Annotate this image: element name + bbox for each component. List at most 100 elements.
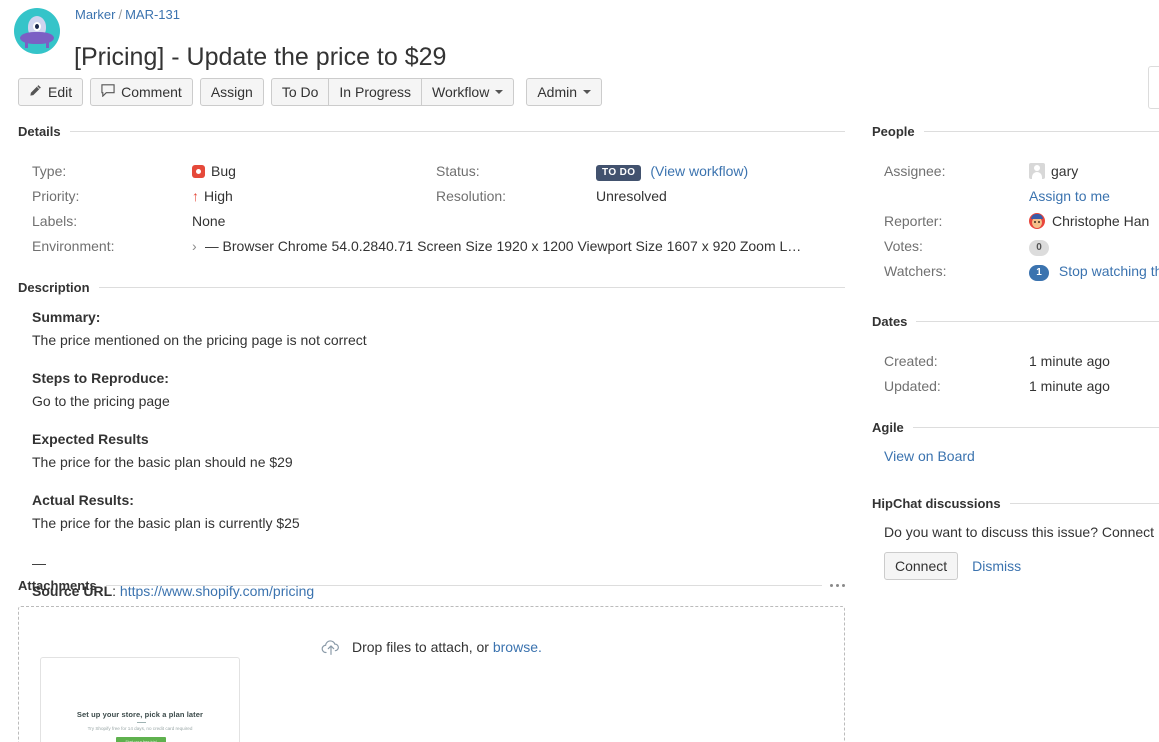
drop-files-text: Drop files to attach, or bbox=[352, 639, 493, 655]
agile-body: View on Board bbox=[872, 448, 1159, 464]
row-updated: Updated: 1 minute ago bbox=[884, 378, 1110, 394]
details-section: Details Type: Bug Priority: ↑ High Labels… bbox=[18, 124, 845, 271]
admin-button-label: Admin bbox=[537, 84, 577, 100]
created-label: Created: bbox=[884, 353, 1029, 369]
environment-value-text: — Browser Chrome 54.0.2840.71 Screen Siz… bbox=[205, 238, 802, 254]
workflow-dropdown-button[interactable]: Workflow bbox=[422, 78, 514, 106]
detail-row-status: Status: TO DO (View workflow) bbox=[436, 163, 748, 181]
attachment-dropzone[interactable]: Drop files to attach, or browse. Set up … bbox=[18, 606, 845, 742]
dismiss-link[interactable]: Dismiss bbox=[972, 558, 1021, 574]
edit-button-label: Edit bbox=[48, 84, 72, 100]
agile-section: Agile View on Board bbox=[872, 420, 1159, 464]
ufo-pupil-shape bbox=[35, 24, 39, 29]
attachments-heading-label: Attachments bbox=[18, 578, 97, 593]
in-progress-button-label: In Progress bbox=[339, 84, 411, 100]
status-value: TO DO (View workflow) bbox=[596, 163, 748, 181]
cloud-upload-icon bbox=[321, 643, 345, 659]
attachments-section: Attachments Drop files to attach, or bro… bbox=[18, 578, 845, 742]
agile-heading-label: Agile bbox=[872, 420, 904, 435]
details-heading: Details bbox=[18, 124, 845, 139]
arrow-up-icon: ↑ bbox=[192, 188, 199, 204]
jira-issue-page: Marker/MAR-131 [Pricing] - Update the pr… bbox=[0, 0, 1159, 742]
ufo-avatar-icon[interactable] bbox=[14, 8, 60, 54]
description-section: Description Summary: The price mentioned… bbox=[18, 280, 845, 601]
created-value: 1 minute ago bbox=[1029, 353, 1110, 369]
attachments-heading: Attachments bbox=[18, 578, 845, 593]
heading-rule bbox=[70, 131, 845, 132]
assign-to-me-link[interactable]: Assign to me bbox=[1029, 188, 1110, 204]
breadcrumb-project-link[interactable]: Marker bbox=[75, 7, 115, 22]
hipchat-heading-label: HipChat discussions bbox=[872, 496, 1001, 511]
edit-button[interactable]: Edit bbox=[18, 78, 83, 106]
browse-link[interactable]: browse. bbox=[493, 639, 542, 655]
heading-rule bbox=[924, 131, 1159, 132]
pencil-icon bbox=[29, 84, 42, 100]
thumbnail-title: Set up your store, pick a plan later bbox=[41, 710, 239, 719]
assign-button[interactable]: Assign bbox=[200, 78, 264, 106]
in-progress-button[interactable]: In Progress bbox=[329, 78, 422, 106]
reporter-label: Reporter: bbox=[884, 213, 1029, 229]
heading-rule bbox=[99, 287, 845, 288]
ellipsis-icon[interactable] bbox=[830, 584, 845, 587]
view-on-board-link[interactable]: View on Board bbox=[884, 448, 975, 464]
row-assignee: Assignee: gary bbox=[884, 163, 1078, 179]
row-created: Created: 1 minute ago bbox=[884, 353, 1110, 369]
right-edge-partial-panel[interactable] bbox=[1148, 66, 1159, 109]
resolution-value: Unresolved bbox=[596, 188, 667, 204]
breadcrumb-issue-key-link[interactable]: MAR-131 bbox=[125, 7, 180, 22]
description-divider: — bbox=[32, 553, 845, 573]
people-heading: People bbox=[872, 124, 1159, 139]
watchers-label: Watchers: bbox=[884, 263, 1029, 281]
priority-value: ↑ High bbox=[192, 188, 233, 204]
heading-rule bbox=[916, 321, 1159, 322]
updated-label: Updated: bbox=[884, 378, 1029, 394]
detail-row-environment: Environment: ›— Browser Chrome 54.0.2840… bbox=[32, 238, 801, 254]
workflow-button-label: Workflow bbox=[432, 84, 489, 100]
todo-button[interactable]: To Do bbox=[271, 78, 330, 106]
dates-heading: Dates bbox=[872, 314, 1159, 329]
hipchat-body: Do you want to discuss this issue? Conne… bbox=[872, 524, 1159, 580]
view-workflow-link[interactable]: (View workflow) bbox=[650, 163, 748, 179]
agile-heading: Agile bbox=[872, 420, 1159, 435]
row-watchers: Watchers: 1 Stop watching th bbox=[884, 263, 1159, 281]
labels-label: Labels: bbox=[32, 213, 192, 229]
description-block-heading: Expected Results bbox=[32, 429, 845, 449]
dates-heading-label: Dates bbox=[872, 314, 907, 329]
detail-row-type: Type: Bug bbox=[32, 163, 236, 179]
status-label: Status: bbox=[436, 163, 596, 181]
hipchat-section: HipChat discussions Do you want to discu… bbox=[872, 496, 1159, 580]
updated-value: 1 minute ago bbox=[1029, 378, 1110, 394]
connect-button[interactable]: Connect bbox=[884, 552, 958, 580]
heading-rule bbox=[1010, 503, 1159, 504]
comment-button[interactable]: Comment bbox=[90, 78, 193, 106]
chevron-right-icon[interactable]: › bbox=[192, 238, 197, 254]
description-block-heading: Actual Results: bbox=[32, 490, 845, 510]
type-value-text: Bug bbox=[211, 163, 236, 179]
detail-row-priority: Priority: ↑ High bbox=[32, 188, 233, 204]
description-block-text: The price for the basic plan should ne $… bbox=[32, 452, 845, 472]
admin-dropdown-button[interactable]: Admin bbox=[526, 78, 602, 106]
attachment-thumbnail[interactable]: Set up your store, pick a plan later Try… bbox=[40, 657, 240, 742]
description-body: Summary: The price mentioned on the pric… bbox=[18, 307, 845, 601]
todo-button-label: To Do bbox=[282, 84, 319, 100]
votes-label: Votes: bbox=[884, 238, 1029, 256]
environment-value: › — Browser Chrome 54.0.2840.71 Screen Si… bbox=[192, 238, 801, 254]
watchers-count-badge: 1 bbox=[1029, 265, 1049, 281]
priority-label: Priority: bbox=[32, 188, 192, 204]
thumbnail-divider bbox=[137, 722, 146, 723]
assignee-label: Assignee: bbox=[884, 163, 1029, 179]
stop-watching-link[interactable]: Stop watching th bbox=[1059, 263, 1159, 279]
detail-row-labels: Labels: None bbox=[32, 213, 225, 229]
people-body: Assignee: gary Assign to me Reporter: Ch… bbox=[872, 151, 1159, 316]
thumbnail-subtitle: Try Shopify free for 14 days, no credit … bbox=[41, 726, 239, 731]
workflow-button-group: To Do In Progress Workflow bbox=[271, 78, 514, 106]
votes-count-badge: 0 bbox=[1029, 240, 1049, 256]
thumbnail-cta-button: Start your free trial bbox=[116, 737, 166, 742]
breadcrumb-separator: / bbox=[118, 7, 122, 22]
chevron-down-icon bbox=[495, 90, 503, 94]
assignee-name: gary bbox=[1051, 163, 1078, 179]
issue-header: Marker/MAR-131 [Pricing] - Update the pr… bbox=[0, 0, 1159, 70]
details-grid: Type: Bug Priority: ↑ High Labels: None E… bbox=[18, 151, 845, 271]
priority-value-text: High bbox=[204, 188, 233, 204]
default-avatar-icon bbox=[1029, 163, 1045, 179]
